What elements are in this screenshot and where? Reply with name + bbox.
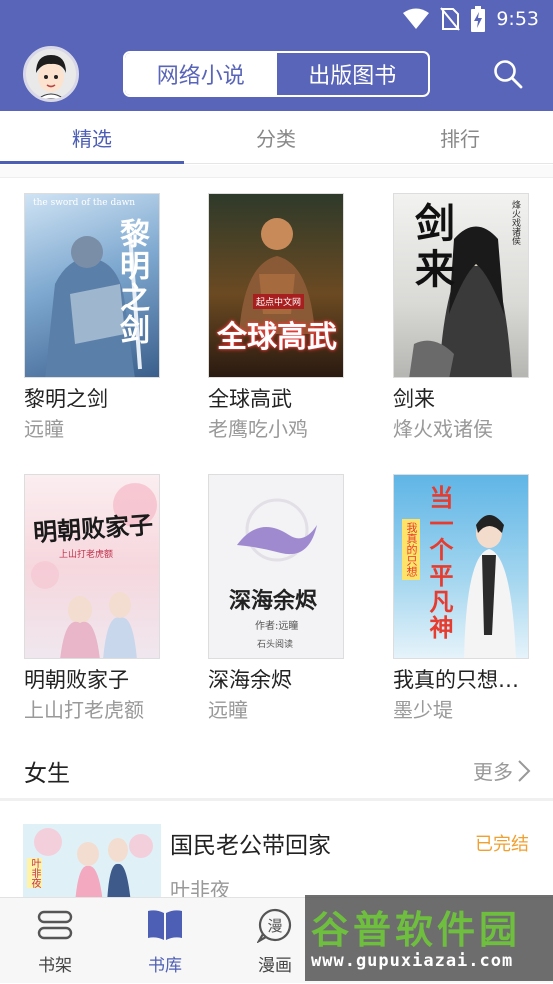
cover-author-text: 烽火戏诸侯 bbox=[510, 200, 520, 245]
cover-author-text: 作者:远瞳 bbox=[255, 621, 299, 632]
list-item-cover[interactable]: 叶非夜 bbox=[23, 824, 161, 904]
app-header: 9:53 网络小说 出版图书 bbox=[0, 0, 553, 111]
top-tabs: 精选 分类 排行 bbox=[0, 111, 553, 164]
no-sim-icon bbox=[440, 7, 461, 31]
open-book-icon bbox=[148, 910, 182, 940]
cover-title-text: 深海余烬 bbox=[229, 588, 318, 614]
book-card[interactable]: 当一个平凡神 我真的只想 我真的只想当一个平凡的普通人 墨少堤 bbox=[393, 474, 553, 725]
book-title: 剑来 bbox=[393, 387, 435, 411]
book-cover[interactable]: 明朝败家子 上山打老虎额 bbox=[24, 474, 160, 659]
nav-library[interactable]: 书库 bbox=[110, 898, 220, 984]
nav-label: 漫画 bbox=[258, 956, 292, 976]
user-avatar[interactable] bbox=[23, 46, 79, 102]
book-title: 深海余烬 bbox=[208, 668, 292, 692]
book-author: 老鹰吃小鸡 bbox=[208, 417, 308, 441]
list-item[interactable]: 叶非夜 国民老公带回家 已完结 叶非夜 bbox=[0, 810, 553, 904]
more-label: 更多 bbox=[473, 760, 513, 784]
divider bbox=[0, 165, 553, 178]
book-card[interactable]: 起点中文网 全球高武 全球高武 老鹰吃小鸡 bbox=[208, 193, 368, 444]
comic-icon: 漫 bbox=[257, 908, 292, 943]
book-cover[interactable]: 当一个平凡神 我真的只想 bbox=[393, 474, 529, 659]
section-divider bbox=[0, 798, 553, 801]
section-header-female: 女生 更多 bbox=[0, 742, 553, 798]
book-cover[interactable]: 深海余烬 作者:远瞳 石头阅读 bbox=[208, 474, 344, 659]
status-badge: 已完结 bbox=[475, 834, 529, 855]
cover-subtitle-text: 我真的只想 bbox=[402, 519, 420, 580]
cover-author-text: 上山打老虎额 bbox=[59, 550, 114, 560]
segment-web-novels[interactable]: 网络小说 bbox=[125, 53, 277, 95]
section-title: 女生 bbox=[24, 761, 70, 787]
watermark-url: www.gupuxiazai.com bbox=[311, 951, 514, 971]
book-author: 上山打老虎额 bbox=[24, 698, 144, 722]
book-card[interactable]: 剑来 烽火戏诸侯 剑来 烽火戏诸侯 bbox=[393, 193, 553, 444]
book-card[interactable]: 深海余烬 作者:远瞳 石头阅读 深海余烬 远瞳 bbox=[208, 474, 368, 725]
nav-label: 书库 bbox=[148, 956, 182, 976]
status-bar: 9:53 bbox=[0, 0, 553, 38]
tab-featured[interactable]: 精选 bbox=[0, 111, 184, 164]
search-icon bbox=[494, 60, 523, 89]
cover-title-text: 剑来 bbox=[408, 202, 455, 294]
tab-categories[interactable]: 分类 bbox=[184, 111, 368, 163]
book-cover[interactable]: 剑来 烽火戏诸侯 bbox=[393, 193, 529, 378]
book-author: 烽火戏诸侯 bbox=[393, 417, 493, 441]
chevron-right-icon bbox=[518, 759, 531, 782]
list-item-title: 国民老公带回家 bbox=[170, 833, 331, 859]
list-cover-text: 叶非夜 bbox=[27, 858, 42, 888]
nav-bookshelf[interactable]: 书架 bbox=[0, 898, 110, 984]
watermark: 谷普软件园 www.gupuxiazai.com bbox=[305, 895, 553, 981]
book-author: 远瞳 bbox=[24, 417, 64, 441]
watermark-title: 谷普软件园 bbox=[311, 908, 522, 952]
status-time: 9:53 bbox=[496, 8, 539, 30]
book-author: 墨少堤 bbox=[393, 698, 453, 722]
more-button[interactable]: 更多 bbox=[473, 756, 531, 785]
cover-title-text: 全球高武 bbox=[217, 320, 337, 355]
cover-title-text: 黎明之剑 bbox=[114, 218, 149, 346]
book-title: 全球高武 bbox=[208, 387, 292, 411]
book-title: 黎明之剑 bbox=[24, 387, 108, 411]
wifi-icon bbox=[403, 8, 430, 29]
search-button[interactable] bbox=[492, 58, 524, 90]
svg-text:漫: 漫 bbox=[267, 917, 282, 935]
book-title: 我真的只想当一个平凡的普通人 bbox=[393, 668, 533, 692]
bookshelf-icon bbox=[37, 910, 73, 940]
nav-label: 书架 bbox=[38, 956, 72, 976]
battery-charging-icon bbox=[471, 6, 486, 32]
book-title: 明朝败家子 bbox=[24, 668, 129, 692]
book-cover[interactable]: 黎明之剑 the sword of the dawn bbox=[24, 193, 160, 378]
book-card[interactable]: 黎明之剑 the sword of the dawn 黎明之剑 远瞳 bbox=[24, 193, 184, 444]
cover-badge-text: 石头阅读 bbox=[257, 640, 294, 650]
cover-title-text: 当一个平凡神 bbox=[425, 485, 454, 641]
book-card[interactable]: 明朝败家子 上山打老虎额 明朝败家子 上山打老虎额 bbox=[24, 474, 184, 725]
book-author: 远瞳 bbox=[208, 698, 248, 722]
segment-published-books[interactable]: 出版图书 bbox=[277, 53, 429, 95]
category-switch: 网络小说 出版图书 bbox=[123, 51, 430, 97]
cover-subtitle-text: the sword of the dawn bbox=[33, 198, 136, 208]
tab-rankings[interactable]: 排行 bbox=[368, 111, 552, 163]
cover-publisher-text: 起点中文网 bbox=[253, 294, 305, 309]
book-cover[interactable]: 起点中文网 全球高武 bbox=[208, 193, 344, 378]
